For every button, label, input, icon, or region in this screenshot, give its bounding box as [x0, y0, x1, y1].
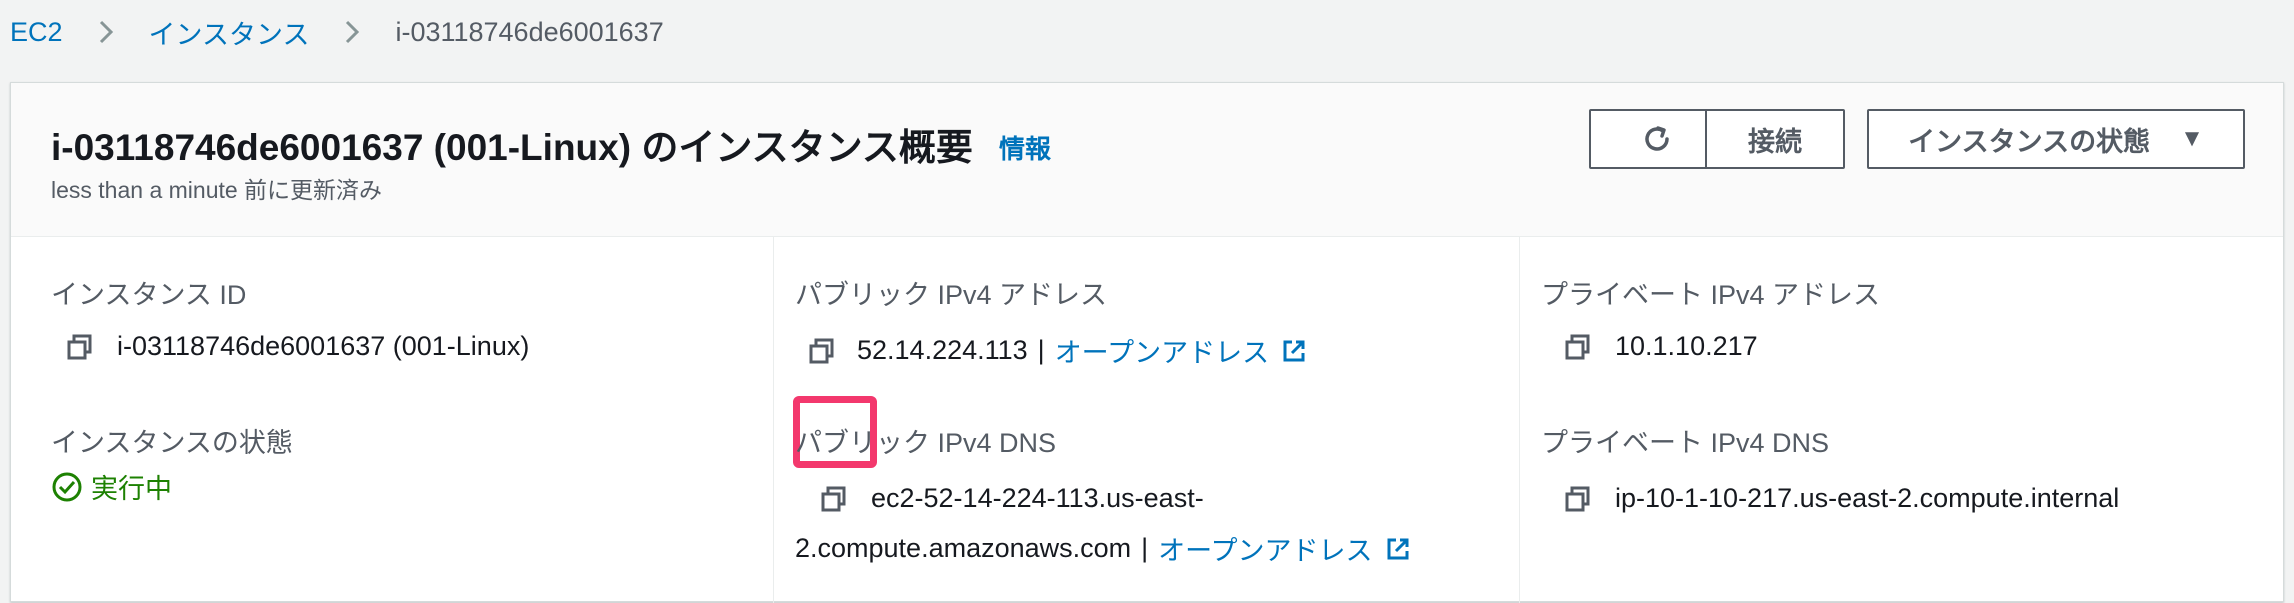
- instance-id-value-row: i-03118746de6001637 (001-Linux): [65, 331, 529, 362]
- external-link-icon[interactable]: [1279, 336, 1309, 366]
- public-dns-value-line2: 2.compute.amazonaws.com: [795, 533, 1132, 563]
- instance-id-label: インスタンス ID: [51, 280, 247, 310]
- separator: |: [1141, 533, 1149, 563]
- panel-header: i-03118746de6001637 (001-Linux) のインスタンス概…: [11, 83, 2283, 237]
- public-ipv4-label: パブリック IPv4 アドレス: [795, 280, 1108, 310]
- copy-icon[interactable]: [1563, 484, 1593, 514]
- public-ipv4-value-row: 52.14.224.113 | オープンアドレス: [807, 331, 1309, 370]
- open-address-link[interactable]: オープンアドレス: [1158, 529, 1372, 568]
- copy-icon[interactable]: [65, 332, 95, 362]
- public-dns-line2-row: 2.compute.amazonaws.com | オープンアドレス: [795, 529, 1413, 568]
- column-divider: [773, 237, 774, 603]
- instance-state-status: 実行中: [51, 467, 172, 506]
- copy-icon[interactable]: [807, 336, 837, 366]
- private-dns-label: プライベート IPv4 DNS: [1541, 428, 1830, 458]
- public-dns-label: パブリック IPv4 DNS: [795, 428, 1057, 458]
- instance-state-label: インスタンスの状態: [51, 428, 293, 458]
- external-link-icon[interactable]: [1383, 534, 1413, 564]
- connect-button[interactable]: 接続: [1705, 109, 1845, 169]
- breadcrumb-ec2-link[interactable]: EC2: [10, 17, 63, 48]
- public-ipv4-value: 52.14.224.113: [857, 335, 1028, 365]
- instance-summary-panel: i-03118746de6001637 (001-Linux) のインスタンス概…: [10, 82, 2284, 603]
- private-ipv4-value-row: 10.1.10.217: [1563, 331, 1758, 362]
- private-ipv4-label: プライベート IPv4 アドレス: [1541, 280, 1881, 310]
- breadcrumb-instances-link[interactable]: インスタンス: [149, 13, 310, 52]
- public-dns-value-line1: ec2-52-14-224-113.us-east-: [871, 483, 1204, 513]
- instance-id-value: i-03118746de6001637 (001-Linux): [117, 331, 530, 361]
- check-circle-icon: [52, 472, 82, 501]
- copy-icon[interactable]: [1563, 332, 1593, 362]
- caret-down-icon: ▼: [2180, 125, 2204, 152]
- instance-state-dropdown-label: インスタンスの状態: [1908, 126, 2151, 157]
- info-link[interactable]: 情報: [999, 129, 1051, 166]
- chevron-right-icon: [85, 16, 125, 48]
- refresh-icon: [1639, 121, 1675, 157]
- private-dns-value-row: ip-10-1-10-217.us-east-2.compute.interna…: [1563, 483, 2119, 514]
- instance-state-dropdown[interactable]: インスタンスの状態 ▼: [1867, 109, 2245, 169]
- private-ipv4-value: 10.1.10.217: [1615, 331, 1758, 361]
- open-address-link[interactable]: オープンアドレス: [1055, 331, 1269, 370]
- breadcrumb-current: i-03118746de6001637: [395, 16, 664, 47]
- copy-icon[interactable]: [819, 484, 849, 514]
- breadcrumb: EC2 インスタンス i-03118746de6001637: [10, 12, 664, 52]
- instance-state-value: 実行中: [91, 474, 172, 504]
- public-dns-line1-row: ec2-52-14-224-113.us-east-: [819, 483, 1204, 514]
- last-updated-text: less than a minute 前に更新済み: [51, 177, 383, 203]
- column-divider: [1519, 237, 1520, 603]
- private-dns-value: ip-10-1-10-217.us-east-2.compute.interna…: [1615, 483, 2120, 513]
- page-title: i-03118746de6001637 (001-Linux) のインスタンス概…: [51, 127, 973, 168]
- separator: |: [1037, 335, 1045, 365]
- chevron-right-icon: [331, 16, 371, 48]
